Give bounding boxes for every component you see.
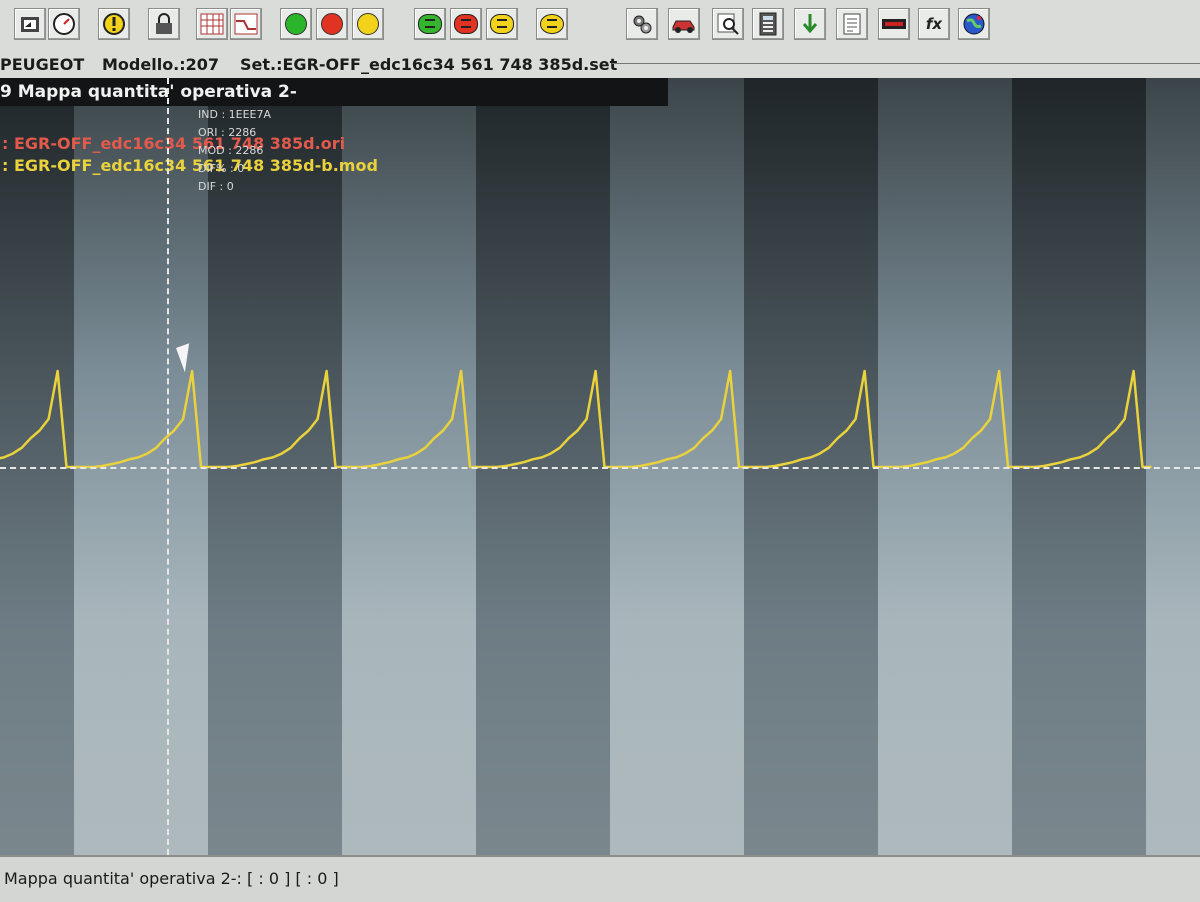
status-bar: Mappa quantita' operativa 2-: [ : 0 ] [ … [0, 855, 1200, 902]
yellow-pad-icon [490, 14, 514, 34]
mod-series-line [0, 369, 1152, 469]
set-file-label: Set.:EGR-OFF_edc16c34 561 748 385d.set [240, 55, 618, 74]
green-pad-button[interactable] [414, 8, 446, 40]
zero-baseline [0, 467, 1200, 469]
red-pad-icon [454, 14, 478, 34]
brand-label: PEUGEOT [0, 55, 85, 74]
grid-view-icon[interactable] [196, 8, 228, 40]
document-icon[interactable] [836, 8, 868, 40]
yellow-pad-alt-button[interactable] [536, 8, 568, 40]
info-bar: PEUGEOT Modello.:207 Set.:EGR-OFF_edc16c… [0, 50, 1200, 78]
function-icon[interactable]: fx [918, 8, 950, 40]
status-text: Mappa quantita' operativa 2-: [ : 0 ] [ … [4, 869, 339, 888]
calculator-icon[interactable] [752, 8, 784, 40]
function-label: fx [925, 15, 943, 33]
red-dot-icon [321, 13, 343, 35]
down-arrow-icon[interactable] [794, 8, 826, 40]
graph-view-icon[interactable] [230, 8, 262, 40]
car-icon[interactable] [668, 8, 700, 40]
green-pad-icon [418, 14, 442, 34]
open-folder-icon[interactable] [14, 8, 46, 40]
info-divider [612, 63, 1200, 64]
lock-icon[interactable] [148, 8, 180, 40]
model-label: Modello.:207 [102, 55, 220, 74]
yellow-dot-icon [357, 13, 379, 35]
toolbar: fx [0, 0, 1200, 51]
gauge-icon[interactable] [48, 8, 80, 40]
red-dot-button[interactable] [316, 8, 348, 40]
battery-icon[interactable] [878, 8, 910, 40]
zoom-icon[interactable] [712, 8, 744, 40]
yellow-pad-alt-icon [540, 14, 564, 34]
warning-icon[interactable] [98, 8, 130, 40]
green-dot-button[interactable] [280, 8, 312, 40]
yellow-dot-button[interactable] [352, 8, 384, 40]
map-graph-area[interactable]: 9 Mappa quantita' operativa 2- : EGR-OFF… [0, 78, 1200, 855]
globe-icon[interactable] [958, 8, 990, 40]
yellow-pad-button[interactable] [486, 8, 518, 40]
red-pad-button[interactable] [450, 8, 482, 40]
green-dot-icon [285, 13, 307, 35]
settings-gears-icon[interactable] [626, 8, 658, 40]
